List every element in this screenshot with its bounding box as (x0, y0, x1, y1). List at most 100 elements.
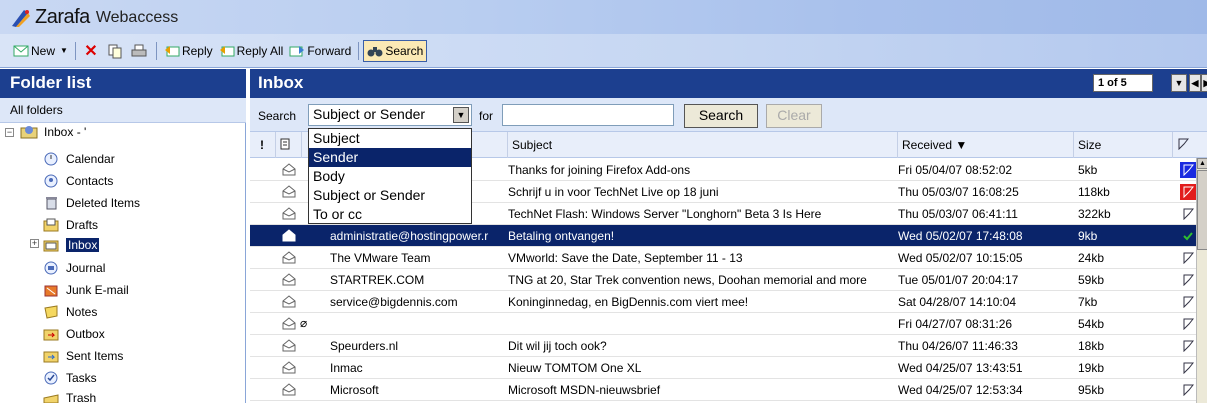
table-row[interactable]: Inmac Nieuw TOMTOM One XL Wed 04/25/07 13:… (250, 357, 1207, 379)
collapse-icon[interactable]: − (5, 128, 14, 137)
folder-deleted-items[interactable]: Deleted Items (42, 195, 140, 211)
dropdown-option[interactable]: Body (309, 167, 471, 186)
table-row[interactable]: service@bigdennis.com Koninginnedag, en B… (250, 291, 1207, 313)
for-label: for (479, 109, 494, 123)
junk-icon (42, 282, 60, 298)
folder-tree: − Inbox - ' Calendar Contacts Deleted It… (0, 123, 246, 403)
scroll-thumb[interactable] (1197, 170, 1207, 250)
cell-subject: Thanks for joining Firefox Add-ons (508, 163, 691, 177)
reply-all-button[interactable]: Reply All (216, 40, 287, 62)
cell-size: 9kb (1078, 229, 1098, 243)
table-row[interactable]: Speurders.nl Dit wil jij toch ook? Thu 04/… (250, 335, 1207, 357)
all-folders-label[interactable]: All folders (0, 98, 246, 123)
checkmark-icon[interactable] (1180, 228, 1196, 244)
folder-label: Sent Items (66, 349, 124, 363)
search-button[interactable]: Search (684, 104, 758, 128)
chevron-down-icon[interactable]: ▼ (60, 46, 68, 55)
flag-icon[interactable] (1180, 294, 1196, 310)
folder-root[interactable]: Inbox - ' (20, 124, 86, 140)
copy-icon (107, 43, 123, 59)
page-selector[interactable]: 1 of 5 (1093, 74, 1153, 92)
dropdown-option[interactable]: Subject or Sender (309, 186, 471, 205)
table-row[interactable]: Microsoft Microsoft MSDN-nieuwsbrief Wed 0… (250, 379, 1207, 401)
flag-icon[interactable] (1180, 184, 1196, 200)
brand: Zarafa Webaccess (10, 6, 178, 29)
forward-label: Forward (307, 43, 352, 58)
folder-label: Journal (66, 261, 106, 275)
folder-journal[interactable]: Journal (42, 260, 105, 276)
search-label: Search (258, 109, 297, 123)
column-importance[interactable]: ! (250, 132, 276, 158)
calendar-icon (42, 151, 60, 167)
flag-icon[interactable] (1180, 272, 1196, 288)
cell-received: Wed 05/02/07 17:48:08 (898, 229, 1023, 243)
folder-outbox[interactable]: Outbox (42, 326, 105, 342)
printer-icon (131, 43, 147, 59)
scrollbar[interactable]: ▲ (1196, 158, 1207, 403)
envelope-icon (282, 163, 296, 176)
new-button[interactable]: New ▼ (10, 40, 71, 62)
folder-label: Tasks (66, 371, 97, 385)
search-bar: Search Subject or Sender ▼ for Search Cl… (250, 98, 1207, 132)
folder-notes[interactable]: Notes (42, 304, 97, 320)
table-row[interactable]: The VMware Team VMworld: Save the Date, S… (250, 247, 1207, 269)
search-toggle-button[interactable]: Search (363, 39, 428, 62)
next-page-icon[interactable]: ▶ (1201, 74, 1207, 92)
table-row[interactable]: administratie@hostingpower.r Betaling ont… (250, 225, 1207, 247)
cell-received: Thu 05/03/07 06:41:11 (898, 207, 1018, 221)
clear-button[interactable]: Clear (766, 104, 822, 128)
flag-icon[interactable] (1180, 316, 1196, 332)
folder-label: Drafts (66, 218, 99, 232)
print-button[interactable] (128, 40, 152, 62)
copy-move-button[interactable] (104, 40, 128, 62)
folder-contacts[interactable]: Contacts (42, 173, 113, 189)
dropdown-option[interactable]: To or cc (309, 205, 471, 224)
chevron-down-icon[interactable]: ▼ (453, 107, 469, 123)
flag-icon[interactable] (1180, 382, 1196, 398)
outbox-icon (42, 326, 60, 342)
dropdown-option[interactable]: Subject (309, 129, 471, 148)
folder-trash[interactable]: Trash (42, 390, 96, 403)
column-subject[interactable]: Subject (508, 132, 898, 158)
binoculars-icon (367, 43, 383, 59)
folder-junk-email[interactable]: Junk E-mail (42, 282, 129, 298)
folder-inbox[interactable]: Inbox (42, 237, 100, 253)
search-input[interactable] (502, 104, 674, 126)
flag-icon[interactable] (1180, 206, 1196, 222)
chevron-down-icon[interactable]: ▼ (1171, 74, 1187, 92)
inbox-header: Inbox 1 of 5 ▼ ◀ ▶ (250, 69, 1207, 98)
folder-calendar[interactable]: Calendar (42, 151, 115, 167)
dropdown-option[interactable]: Sender (309, 148, 471, 167)
folder-list-title: Folder list (0, 69, 246, 98)
column-size[interactable]: Size (1074, 132, 1173, 158)
inbox-icon (42, 237, 60, 253)
reply-icon (164, 43, 180, 59)
scroll-up-icon[interactable]: ▲ (1197, 158, 1207, 169)
reply-all-label: Reply All (236, 43, 284, 58)
table-row[interactable]: ⌀ Fri 04/27/07 08:31:26 54kb (250, 313, 1207, 335)
search-scope-select[interactable]: Subject or Sender ▼ (308, 104, 472, 126)
folder-label: Trash (66, 391, 97, 403)
column-received[interactable]: Received ▼ (898, 132, 1074, 158)
folder-drafts[interactable]: Drafts (42, 217, 98, 233)
table-row[interactable]: STARTREK.COM TNG at 20, Star Trek convent… (250, 269, 1207, 291)
flag-icon[interactable] (1180, 250, 1196, 266)
brand-name: Zarafa (35, 6, 90, 28)
envelope-icon (282, 361, 296, 374)
forward-button[interactable]: Forward (286, 40, 354, 62)
flag-icon[interactable] (1180, 338, 1196, 354)
cell-subject: Microsoft MSDN-nieuwsbrief (508, 383, 661, 397)
column-icon[interactable] (276, 132, 302, 158)
folder-sent-items[interactable]: Sent Items (42, 348, 123, 364)
cell-from: STARTREK.COM (330, 273, 425, 287)
page-title: Inbox (258, 73, 304, 92)
flag-icon[interactable] (1180, 162, 1196, 178)
previous-page-icon[interactable]: ◀ (1189, 74, 1201, 92)
search-toggle-label: Search (385, 43, 424, 58)
delete-button[interactable]: ✕ (80, 40, 104, 62)
reply-button[interactable]: Reply (161, 40, 216, 62)
flag-icon[interactable] (1180, 360, 1196, 376)
expand-icon[interactable]: + (30, 239, 39, 248)
column-flag[interactable] (1173, 132, 1207, 158)
folder-tasks[interactable]: Tasks (42, 370, 97, 386)
